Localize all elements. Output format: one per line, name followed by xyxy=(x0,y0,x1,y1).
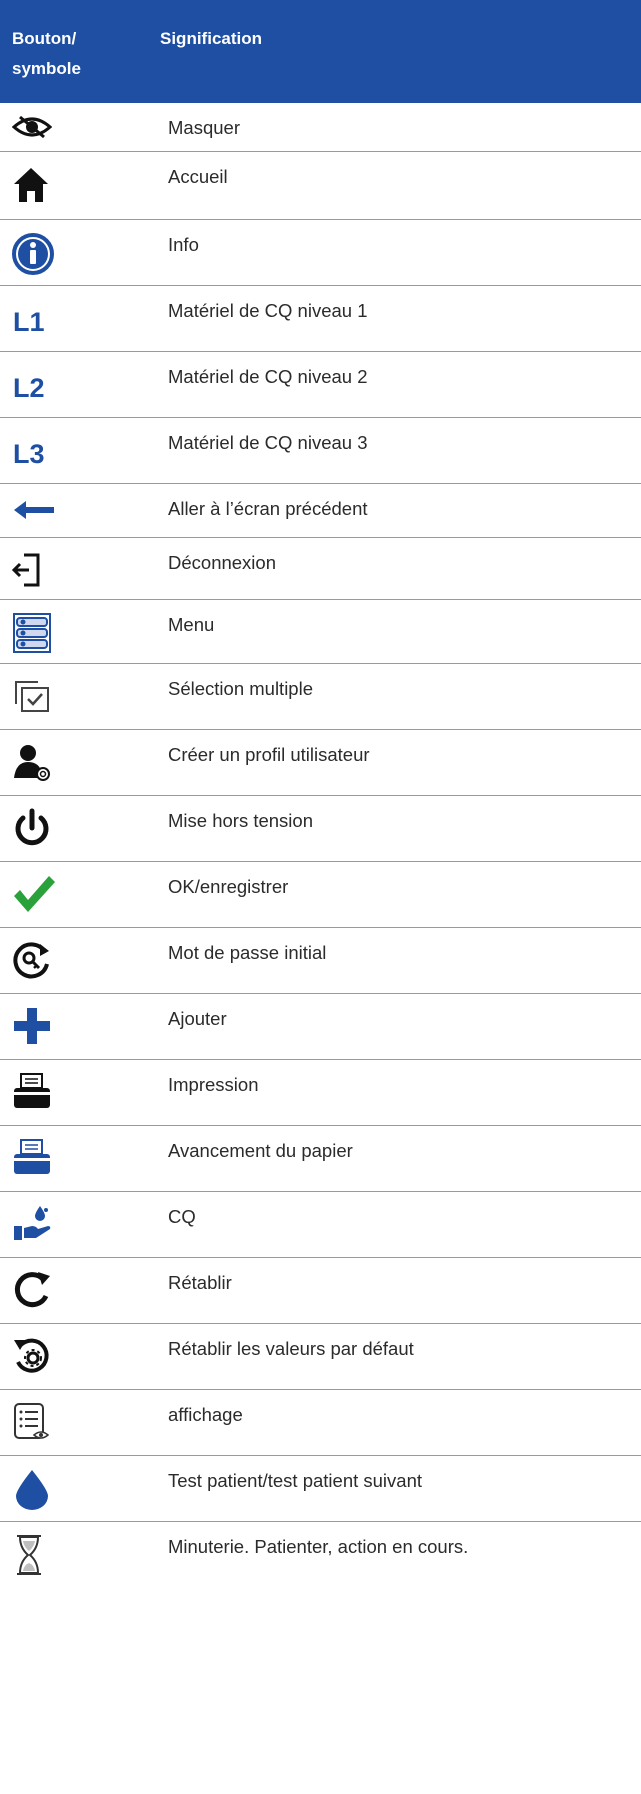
row-label: Accueil xyxy=(168,166,228,187)
row-label: Sélection multiple xyxy=(168,678,313,699)
svg-text:L2: L2 xyxy=(13,373,45,402)
table-row: Test patient/test patient suivant xyxy=(0,1456,641,1522)
checkmark-icon xyxy=(14,876,55,912)
table-row: Ajouter xyxy=(0,994,641,1060)
plus-icon xyxy=(14,1008,50,1044)
home-icon xyxy=(14,168,48,202)
table-header: Bouton/ symbole Signification xyxy=(0,0,641,103)
row-label: Créer un profil utilisateur xyxy=(168,744,370,765)
table-row: Impression xyxy=(0,1060,641,1126)
row-label: Minuterie. Patienter, action en cours. xyxy=(168,1536,469,1557)
back-arrow-icon xyxy=(14,501,54,519)
table-row: Créer un profil utilisateur xyxy=(0,730,641,796)
reset-icon xyxy=(14,1272,50,1308)
row-label: Aller à l’écran précédent xyxy=(168,498,368,519)
row-label: Matériel de CQ niveau 3 xyxy=(168,432,368,453)
info-icon xyxy=(12,233,54,275)
view-list-icon xyxy=(14,1403,50,1439)
multi-select-icon xyxy=(15,681,49,712)
table-row: Masquer xyxy=(0,103,641,152)
table-row: Mot de passe initial xyxy=(0,928,641,994)
create-user-icon xyxy=(14,745,50,781)
table-row: Rétablir les valeurs par défaut xyxy=(0,1324,641,1390)
row-label: Info xyxy=(168,234,199,255)
row-label: Masquer xyxy=(168,117,240,138)
row-label: Matériel de CQ niveau 1 xyxy=(168,300,368,321)
row-label: Test patient/test patient suivant xyxy=(168,1470,423,1491)
row-label: Menu xyxy=(168,614,215,635)
row-label: Impression xyxy=(168,1074,259,1095)
table-row: Mise hors tension xyxy=(0,796,641,862)
hourglass-icon xyxy=(17,1535,41,1575)
table-row: Sélection multiple xyxy=(0,664,641,730)
table-row: Accueil xyxy=(0,152,641,220)
patient-drop-icon xyxy=(16,1470,48,1510)
header-col1-line1: Bouton/ xyxy=(12,29,77,48)
qc-drop-hand-icon xyxy=(14,1206,51,1240)
svg-text:L3: L3 xyxy=(13,439,45,468)
qc-level-3-icon: L3 xyxy=(13,439,45,468)
initial-password-icon xyxy=(13,942,49,979)
row-label: CQ xyxy=(168,1206,196,1227)
table-row: Aller à l’écran précédent xyxy=(0,484,641,538)
table-row: L3 Matériel de CQ niveau 3 xyxy=(0,418,641,484)
table-row: Avancement du papier xyxy=(0,1126,641,1192)
table-row: Minuterie. Patienter, action en cours. xyxy=(0,1522,641,1594)
row-label: Matériel de CQ niveau 2 xyxy=(168,366,368,387)
table-row: L1 Matériel de CQ niveau 1 xyxy=(0,286,641,352)
row-label: Déconnexion xyxy=(168,552,276,573)
table-row: L2 Matériel de CQ niveau 2 xyxy=(0,352,641,418)
table-row: affichage xyxy=(0,1390,641,1456)
table-row: Déconnexion xyxy=(0,538,641,600)
header-col1-line2: symbole xyxy=(12,59,81,78)
hide-eye-icon xyxy=(12,115,52,139)
row-label: affichage xyxy=(168,1404,243,1425)
symbol-table: Bouton/ symbole Signification Masquer Ac… xyxy=(0,0,641,1594)
printer-icon xyxy=(14,1073,50,1108)
svg-text:L1: L1 xyxy=(13,307,45,336)
qc-level-2-icon: L2 xyxy=(13,373,45,402)
table-row: Menu xyxy=(0,600,641,664)
menu-icon xyxy=(13,613,51,653)
power-icon xyxy=(15,808,49,846)
row-label: OK/enregistrer xyxy=(168,876,289,897)
row-label: Mise hors tension xyxy=(168,810,313,831)
table-row: Rétablir xyxy=(0,1258,641,1324)
qc-level-1-icon: L1 xyxy=(13,307,45,336)
row-label: Ajouter xyxy=(168,1008,227,1029)
header-meaning: Signification xyxy=(160,29,262,48)
header-button-symbol: Bouton/ symbole xyxy=(0,0,164,103)
restore-defaults-icon xyxy=(14,1338,49,1373)
row-label: Avancement du papier xyxy=(168,1140,353,1161)
logout-icon xyxy=(12,553,40,587)
table-row: OK/enregistrer xyxy=(0,862,641,928)
paper-feed-icon xyxy=(14,1139,50,1174)
row-label: Mot de passe initial xyxy=(168,942,327,963)
table-row: Info xyxy=(0,220,641,286)
row-label: Rétablir les valeurs par défaut xyxy=(168,1338,414,1359)
row-label: Rétablir xyxy=(168,1272,232,1293)
table-row: CQ xyxy=(0,1192,641,1258)
